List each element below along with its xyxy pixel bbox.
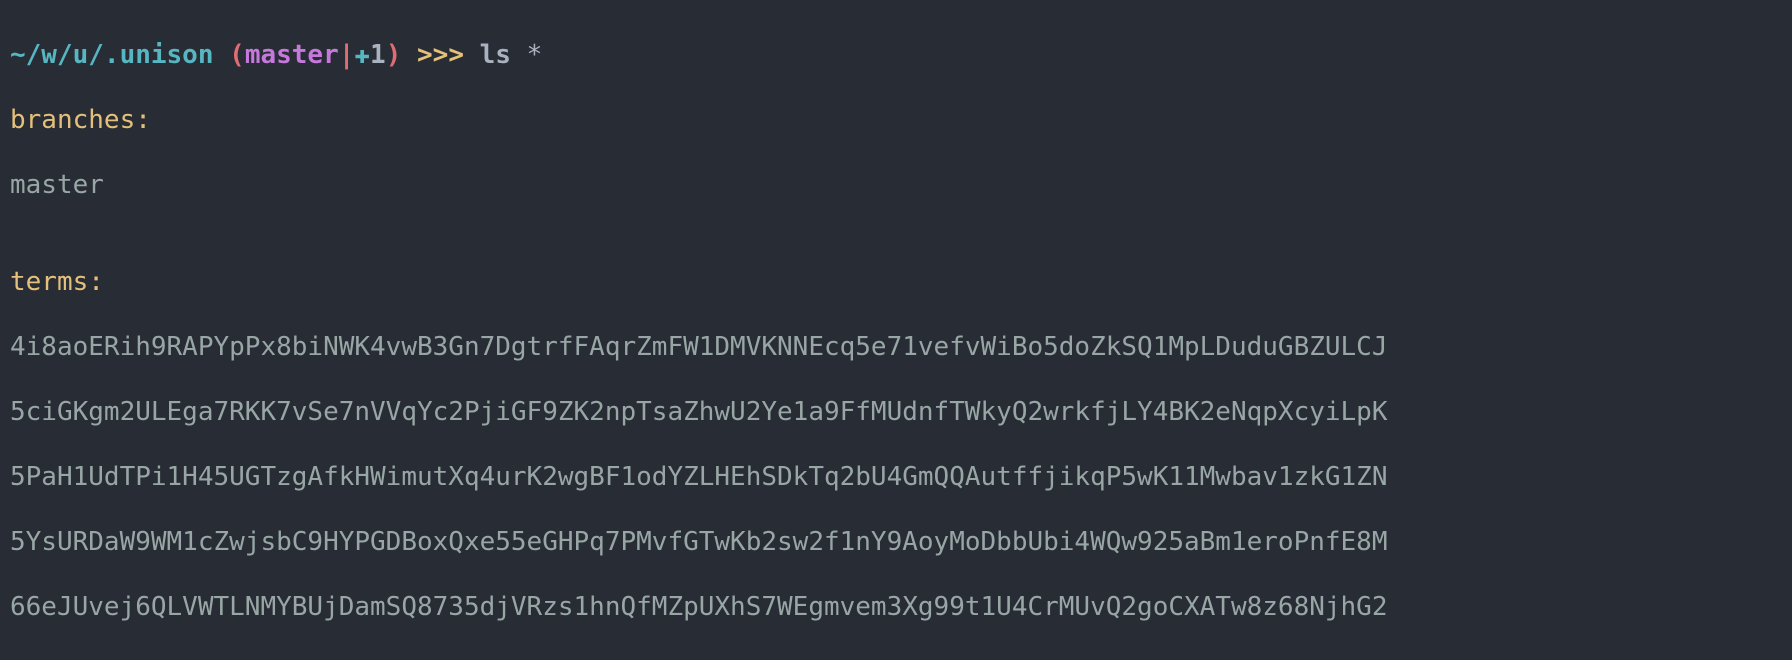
- git-count: 1: [370, 40, 386, 70]
- terms-line: 5ciGKgm2ULEga7RKK7vSe7nVVqYc2PjiGF9ZK2np…: [10, 396, 1782, 429]
- branches-heading: branches:: [10, 104, 1782, 137]
- terms-heading: terms:: [10, 266, 1782, 299]
- prompt-arrows: >>>: [401, 40, 479, 70]
- terminal[interactable]: ~/w/u/.unison (master|✚1) >>> ls * branc…: [0, 0, 1792, 660]
- prompt-line-1: ~/w/u/.unison (master|✚1) >>> ls *: [10, 39, 1782, 72]
- git-separator: |: [339, 40, 355, 70]
- terms-line: 4i8aoERih9RAPYpPx8biNWK4vwB3Gn7DgtrfFAqr…: [10, 331, 1782, 364]
- git-open-paren: (: [214, 40, 245, 70]
- cwd-path: ~/w/u/.unison: [10, 40, 214, 70]
- git-branch: master: [245, 40, 339, 70]
- command-arg: *: [511, 40, 542, 70]
- git-plus-icon: ✚: [354, 40, 370, 70]
- branches-item: master: [10, 169, 1782, 202]
- command-name: ls: [480, 40, 511, 70]
- terms-line: 5PaH1UdTPi1H45UGTzgAfkHWimutXq4urK2wgBF1…: [10, 461, 1782, 494]
- terms-line: 5YsURDaW9WM1cZwjsbC9HYPGDBoxQxe55eGHPq7P…: [10, 526, 1782, 559]
- terms-line: 66eJUvej6QLVWTLNMYBUjDamSQ8735djVRzs1hnQ…: [10, 591, 1782, 624]
- git-close-paren: ): [386, 40, 402, 70]
